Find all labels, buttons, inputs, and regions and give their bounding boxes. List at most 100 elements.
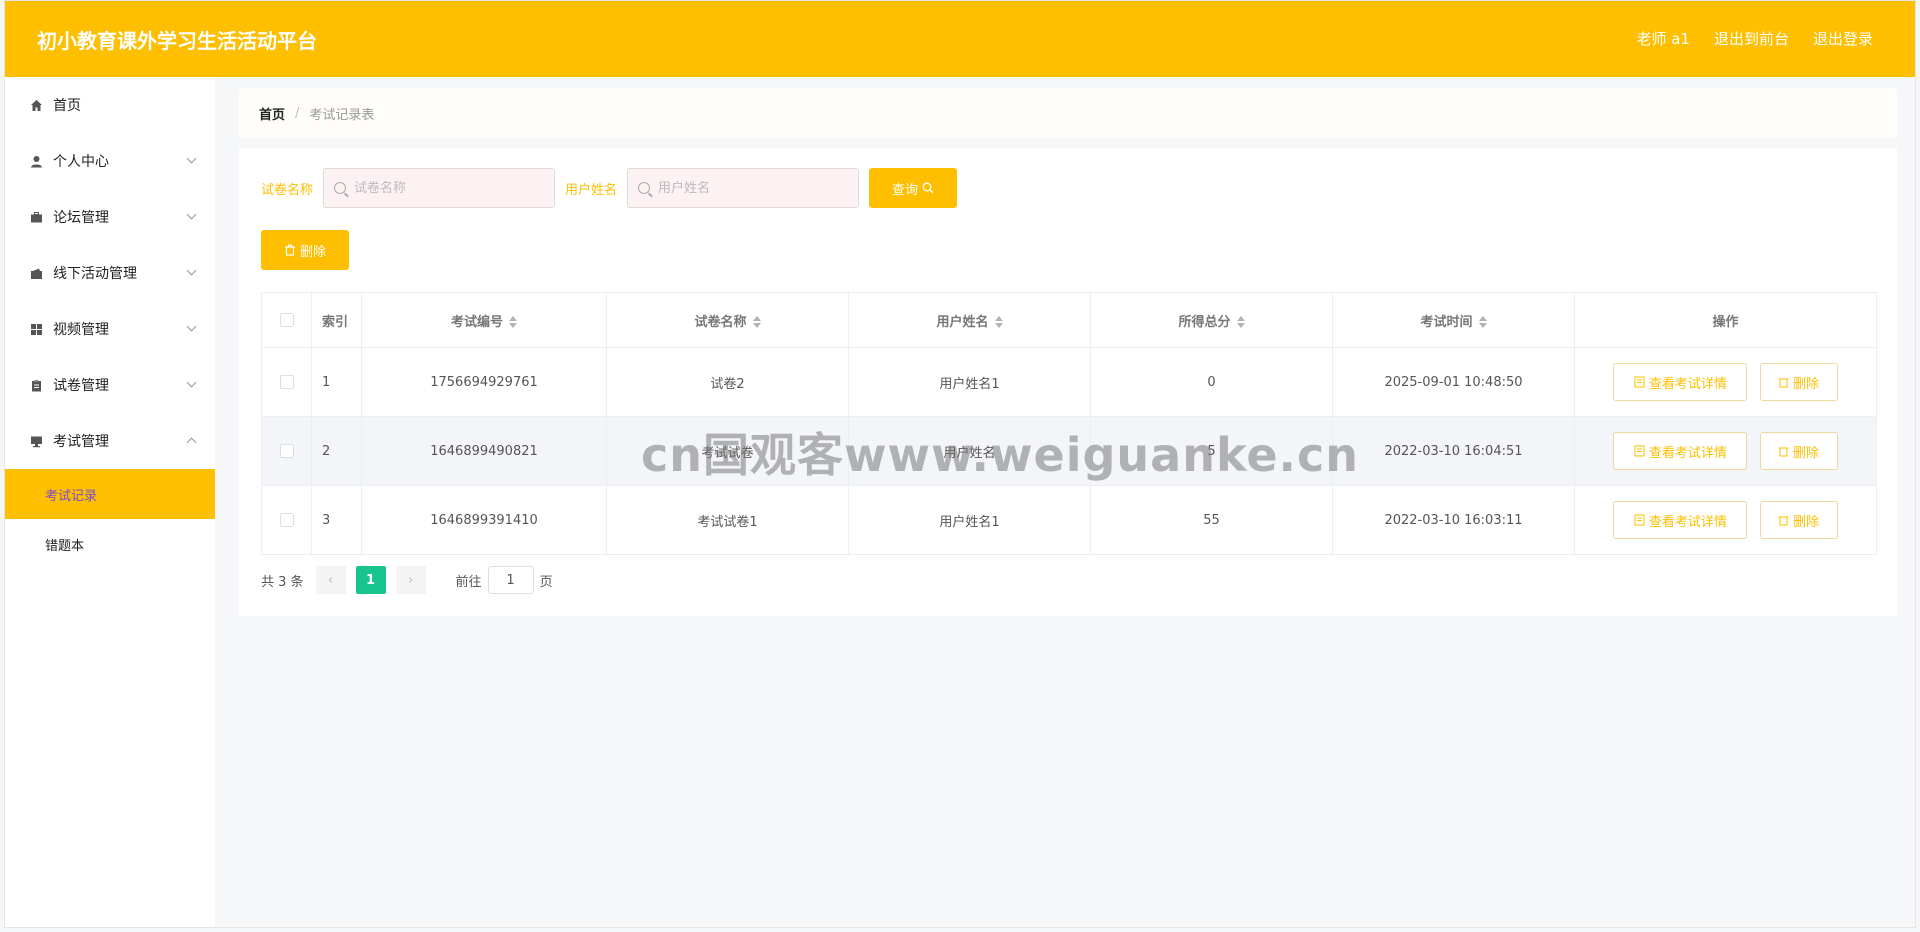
wallet-icon (29, 266, 43, 280)
cell-exam-time: 2022-03-10 16:04:51 (1332, 416, 1575, 486)
cell-exam-time: 2022-03-10 16:03:11 (1332, 485, 1575, 555)
cell-score: 5 (1090, 416, 1333, 486)
sidebar-item-forum[interactable]: 论坛管理 (5, 189, 215, 245)
cell-paper-name: 考试试卷 (606, 416, 849, 486)
sidebar-item-label: 视频管理 (53, 322, 109, 338)
sort-icon[interactable] (752, 316, 761, 328)
page-number-current[interactable]: 1 (355, 566, 386, 594)
view-detail-label: 查看考试详情 (1648, 514, 1727, 530)
header-label: 用户姓名 (936, 314, 989, 330)
sidebar-item-label: 试卷管理 (53, 378, 109, 394)
table-row: 1 1756694929761 试卷2 用户姓名1 0 2025-09-01 1… (261, 347, 1877, 417)
sidebar-subitem-wrong-book[interactable]: 错题本 (5, 519, 215, 569)
user-name-link[interactable]: 老师 a1 (1636, 28, 1690, 49)
cell-exam-no: 1646899391410 (361, 485, 607, 555)
sidebar-item-home[interactable]: 首页 (5, 77, 215, 133)
row-select-cell (261, 347, 312, 417)
header-paper-name[interactable]: 试卷名称 (606, 292, 849, 348)
sort-icon[interactable] (1236, 316, 1245, 328)
pagination: 共 3 条 ‹ 1 › 前往 1 页 (261, 566, 553, 594)
view-detail-button[interactable]: 查看考试详情 (1613, 432, 1748, 470)
paper-name-input[interactable] (354, 180, 535, 196)
table-row: 3 1646899391410 考试试卷1 用户姓名1 55 2022-03-1… (261, 485, 1877, 555)
sidebar-item-label: 首页 (53, 98, 81, 114)
cell-actions: 查看考试详情 删除 (1574, 416, 1877, 486)
briefcase-icon (29, 210, 43, 224)
sort-icon[interactable] (509, 316, 517, 328)
sidebar-item-personal-center[interactable]: 个人中心 (5, 133, 215, 189)
paper-name-field[interactable] (323, 168, 556, 208)
user-name-field[interactable] (627, 168, 860, 208)
breadcrumb-current: 考试记录表 (309, 107, 375, 123)
cell-paper-name: 考试试卷1 (606, 485, 849, 555)
search-icon (334, 182, 347, 194)
row-delete-label: 删除 (1793, 445, 1820, 461)
trash-icon (1778, 516, 1789, 526)
next-page-button[interactable]: › (395, 566, 426, 594)
sidebar-item-label: 论坛管理 (53, 210, 109, 226)
row-delete-label: 删除 (1793, 376, 1820, 392)
sidebar-item-offline-activity[interactable]: 线下活动管理 (5, 245, 215, 301)
page-suffix-label: 页 (539, 574, 553, 590)
chevron-down-icon (186, 153, 197, 164)
row-delete-button[interactable]: 删除 (1759, 363, 1838, 401)
query-button-label: 查询 (892, 182, 919, 198)
row-checkbox[interactable] (279, 444, 294, 458)
cell-actions: 查看考试详情 删除 (1574, 485, 1877, 555)
sort-icon[interactable] (1478, 316, 1487, 328)
user-name-input[interactable] (658, 180, 839, 196)
header-actions: 操作 (1574, 292, 1877, 348)
header-exam-time[interactable]: 考试时间 (1332, 292, 1575, 348)
sidebar-item-video[interactable]: 视频管理 (5, 301, 215, 357)
header-score[interactable]: 所得总分 (1090, 292, 1333, 348)
row-checkbox[interactable] (279, 375, 294, 389)
view-detail-label: 查看考试详情 (1648, 445, 1727, 461)
search-form: 试卷名称 用户姓名 查询 (261, 168, 958, 208)
breadcrumb-separator: / (295, 105, 300, 121)
header-label: 考试编号 (450, 314, 503, 330)
row-delete-button[interactable]: 删除 (1759, 432, 1838, 470)
sidebar-item-label: 个人中心 (53, 154, 109, 170)
header-label: 所得总分 (1178, 314, 1231, 330)
document-icon (1634, 376, 1645, 388)
table-header-row: 索引 考试编号 试卷名称 用户姓名 所得总分 考试时间 操作 (261, 292, 1877, 348)
sidebar-item-paper[interactable]: 试卷管理 (5, 357, 215, 413)
row-delete-label: 删除 (1793, 514, 1820, 530)
logout-link[interactable]: 退出登录 (1813, 28, 1873, 49)
row-delete-button[interactable]: 删除 (1759, 501, 1838, 539)
row-checkbox[interactable] (279, 513, 294, 527)
header-exam-no[interactable]: 考试编号 (361, 292, 607, 348)
sidebar-item-label: 考试管理 (53, 434, 109, 450)
back-to-front-link[interactable]: 退出到前台 (1714, 28, 1789, 49)
cell-exam-time: 2025-09-01 10:48:50 (1332, 347, 1575, 417)
row-select-cell (261, 485, 312, 555)
sidebar-item-exam[interactable]: 考试管理 (5, 413, 215, 469)
batch-delete-label: 删除 (299, 244, 326, 260)
cell-user-name: 用户姓名1 (848, 347, 1091, 417)
row-select-cell (261, 416, 312, 486)
batch-delete-button[interactable]: 删除 (261, 230, 349, 270)
view-detail-label: 查看考试详情 (1648, 376, 1727, 392)
goto-page-input[interactable]: 1 (487, 566, 534, 594)
app-title: 初小教育课外学习生活活动平台 (37, 29, 317, 53)
cell-paper-name: 试卷2 (606, 347, 849, 417)
goto-label: 前往 (455, 574, 482, 590)
prev-page-button[interactable]: ‹ (315, 566, 346, 594)
breadcrumb-home[interactable]: 首页 (259, 104, 285, 123)
select-all-cell (261, 292, 312, 348)
grid-icon (29, 322, 43, 336)
query-button[interactable]: 查询 (869, 168, 958, 208)
select-all-checkbox[interactable] (279, 313, 294, 327)
sidebar-subitem-exam-record[interactable]: 考试记录 (5, 469, 215, 519)
cell-exam-no: 1646899490821 (361, 416, 607, 486)
cell-user-name: 用户姓名1 (848, 485, 1091, 555)
view-detail-button[interactable]: 查看考试详情 (1613, 501, 1748, 539)
view-detail-button[interactable]: 查看考试详情 (1613, 363, 1748, 401)
header-user-name[interactable]: 用户姓名 (848, 292, 1091, 348)
sort-icon[interactable] (994, 316, 1003, 328)
trash-icon (284, 244, 295, 256)
header-label: 试卷名称 (694, 314, 747, 330)
chevron-down-icon (186, 265, 197, 276)
document-icon (1634, 514, 1645, 526)
exam-record-table: 索引 考试编号 试卷名称 用户姓名 所得总分 考试时间 操作 1 1756694… (261, 292, 1877, 555)
